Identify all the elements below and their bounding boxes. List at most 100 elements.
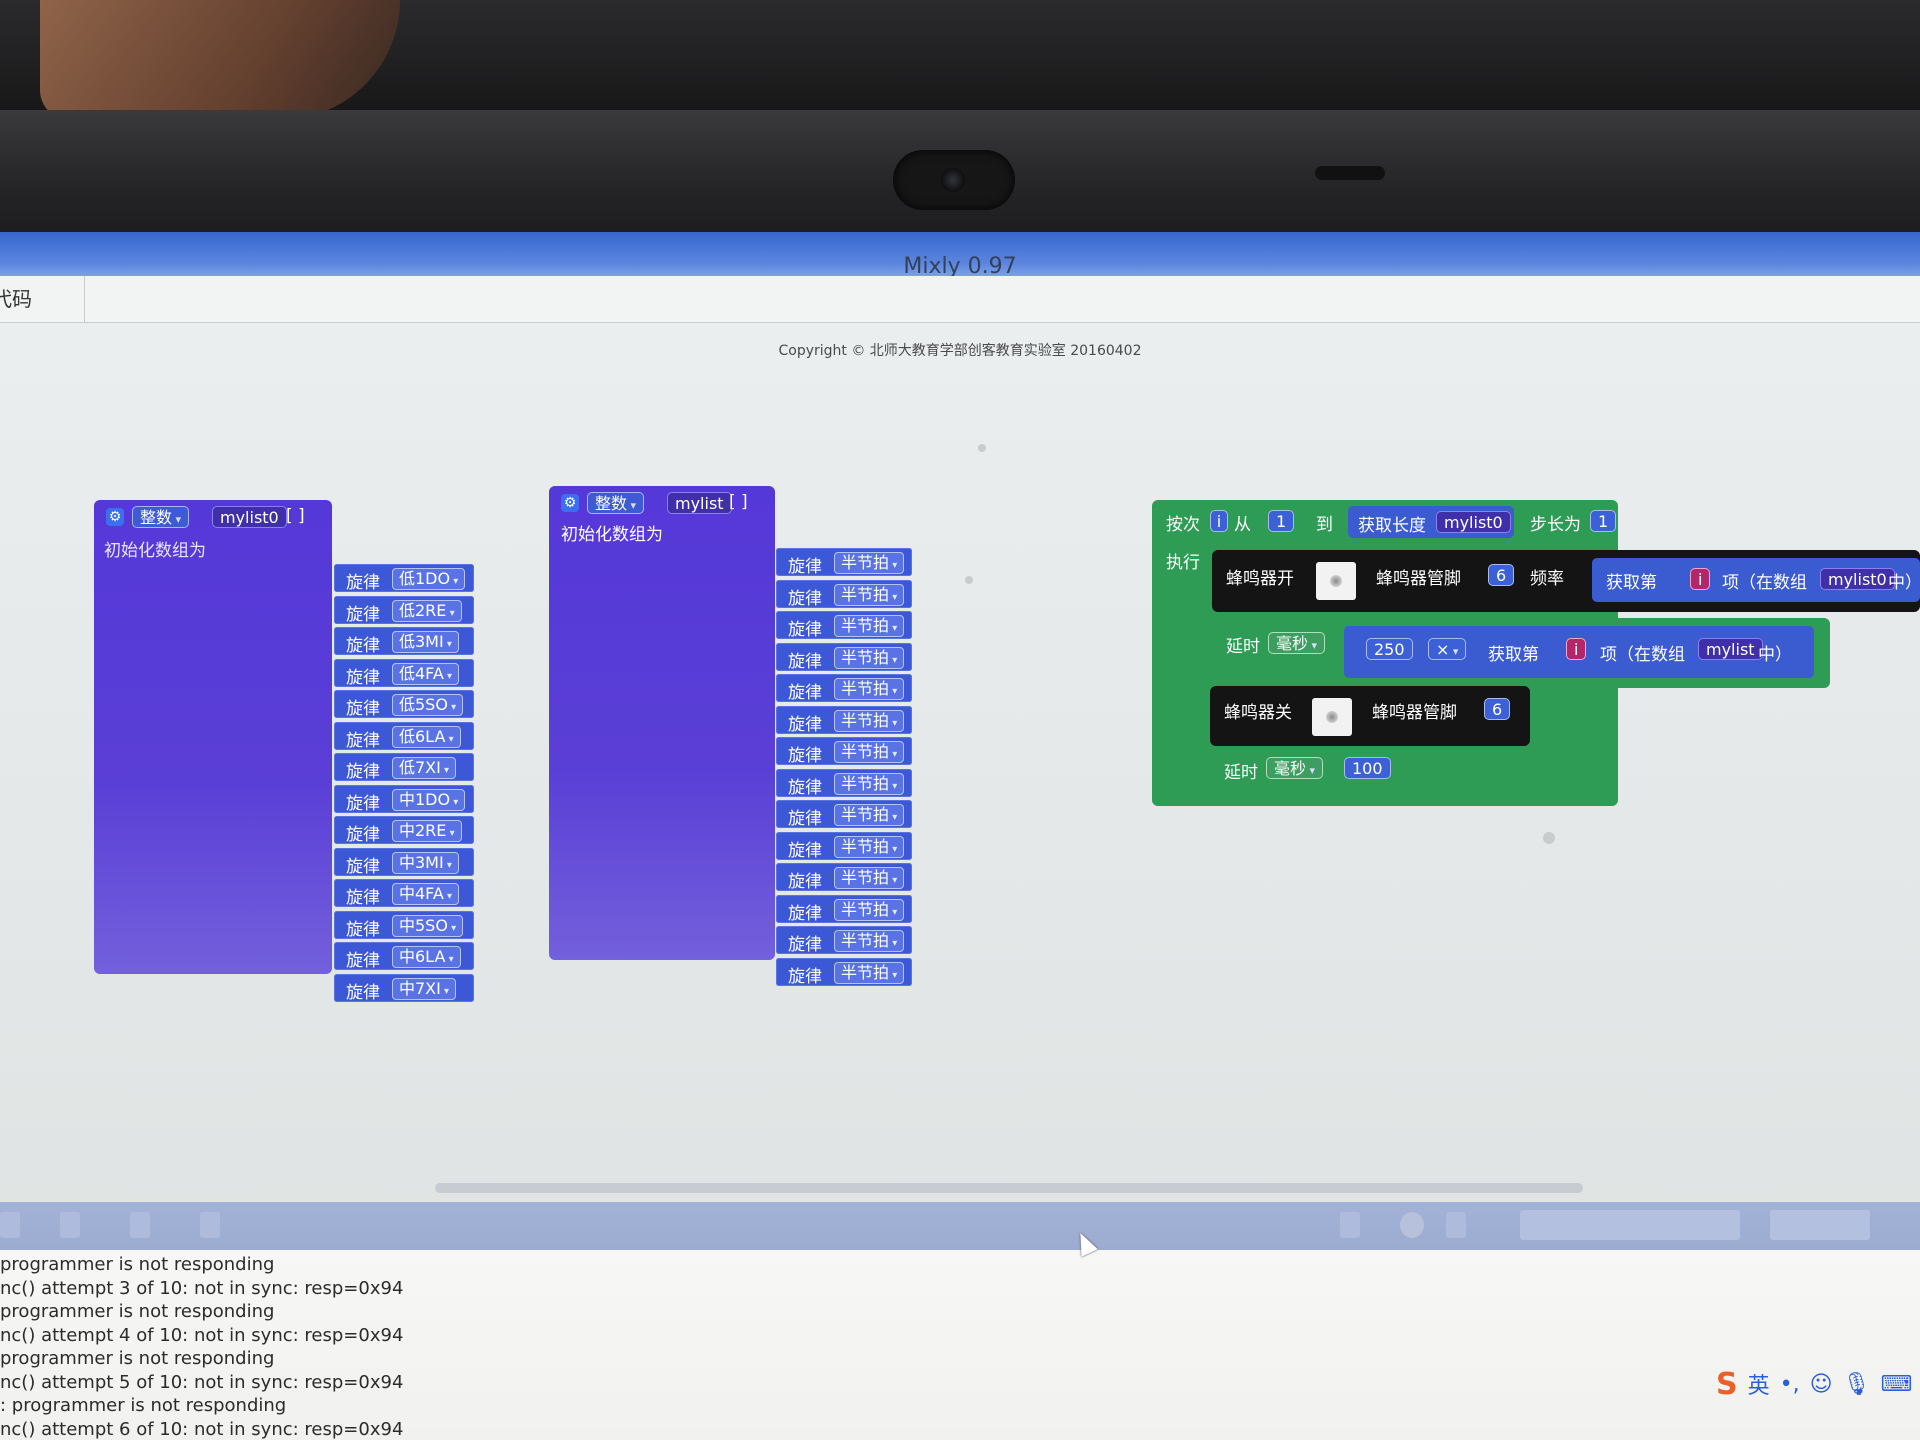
delay-value-1[interactable]: 250 bbox=[1366, 638, 1413, 660]
array-ref-2[interactable]: mylist bbox=[1698, 638, 1763, 660]
melody-item[interactable]: 旋律 半节拍 bbox=[776, 957, 912, 987]
melody-item[interactable]: 旋律 中3MI bbox=[334, 847, 474, 877]
horizontal-scrollbar[interactable] bbox=[435, 1183, 1583, 1193]
melody-item[interactable]: 旋律 低7XI bbox=[334, 753, 474, 782]
toolbar-button[interactable] bbox=[130, 1212, 150, 1238]
melody-item[interactable]: 旋律 半节拍 bbox=[776, 863, 912, 892]
multiply-block[interactable]: 250 × 获取第 i 项（在数组 mylist 中） bbox=[1344, 626, 1814, 678]
melody-dropdown[interactable]: 半节拍 bbox=[834, 615, 905, 637]
melody-item[interactable]: 旋律 低3MI bbox=[334, 627, 474, 656]
delay-block-1[interactable]: 延时 毫秒 250 × 获取第 i 项（在数组 mylist 中） bbox=[1212, 618, 1830, 688]
toolbar-button[interactable] bbox=[200, 1212, 220, 1238]
from-value[interactable]: 1 bbox=[1268, 510, 1295, 532]
mic-icon[interactable]: 🎙 bbox=[1843, 1372, 1871, 1397]
melody-dropdown[interactable]: 低3MI bbox=[392, 631, 459, 653]
melody-item[interactable]: 旋律 半节拍 bbox=[776, 579, 912, 609]
index-var[interactable]: i bbox=[1690, 568, 1711, 590]
upload-button[interactable] bbox=[1446, 1212, 1466, 1238]
sogou-logo-icon[interactable]: S bbox=[1716, 1367, 1738, 1402]
array-block-mylist0[interactable]: ⚙ 整数 mylist0 [ ] 初始化数组为 bbox=[94, 500, 332, 974]
melody-dropdown[interactable]: 半节拍 bbox=[834, 772, 905, 795]
type-dropdown[interactable]: 整数 bbox=[132, 506, 190, 528]
melody-item[interactable]: 旋律 低6LA bbox=[334, 721, 474, 751]
array-ref-1[interactable]: mylist0 bbox=[1820, 568, 1895, 590]
melody-item[interactable]: 旋律 半节拍 bbox=[776, 548, 912, 577]
melody-item[interactable]: 旋律 中4FA bbox=[334, 879, 474, 908]
melody-item[interactable]: 旋律 中7XI bbox=[334, 973, 474, 1003]
array-name[interactable]: mylist bbox=[667, 492, 732, 514]
melody-item[interactable]: 旋律 半节拍 bbox=[776, 611, 912, 640]
melody-item[interactable]: 旋律 中2RE bbox=[334, 816, 474, 845]
melody-item[interactable]: 旋律 半节拍 bbox=[776, 642, 912, 672]
melody-item[interactable]: 旋律 半节拍 bbox=[776, 831, 912, 861]
board-select[interactable] bbox=[1520, 1210, 1740, 1240]
melody-item[interactable]: 旋律 低5SO bbox=[334, 690, 474, 719]
melody-dropdown[interactable]: 低1DO bbox=[392, 568, 466, 590]
buzzer-on-block[interactable]: 蜂鸣器开 蜂鸣器管脚 6 频率 获取第 i 项（在数组 mylist0 中） bbox=[1212, 550, 1920, 612]
ms-dropdown[interactable]: 毫秒 bbox=[1268, 632, 1326, 654]
melody-dropdown[interactable]: 半节拍 bbox=[834, 678, 905, 700]
melody-item[interactable]: 旋律 中5SO bbox=[334, 910, 474, 940]
melody-dropdown[interactable]: 半节拍 bbox=[834, 961, 905, 984]
melody-dropdown[interactable]: 中2RE bbox=[392, 820, 462, 842]
melody-dropdown[interactable]: 低5SO bbox=[392, 694, 464, 716]
melody-dropdown[interactable]: 半节拍 bbox=[834, 930, 905, 952]
get-item-block-1[interactable]: 获取第 i 项（在数组 mylist0 中） bbox=[1592, 558, 1920, 602]
melody-item[interactable]: 旋律 半节拍 bbox=[776, 768, 912, 798]
melody-item[interactable]: 旋律 半节拍 bbox=[776, 926, 912, 955]
melody-dropdown[interactable]: 半节拍 bbox=[834, 709, 905, 732]
multiply-op[interactable]: × bbox=[1428, 638, 1467, 660]
ms-dropdown[interactable]: 毫秒 bbox=[1266, 757, 1324, 779]
melody-item[interactable]: 旋律 半节拍 bbox=[776, 800, 912, 829]
melody-item[interactable]: 旋律 半节拍 bbox=[776, 894, 912, 924]
gear-icon[interactable]: ⚙ bbox=[561, 494, 579, 512]
melody-dropdown[interactable]: 中5SO bbox=[392, 914, 464, 937]
melody-dropdown[interactable]: 中3MI bbox=[392, 851, 459, 874]
index-var[interactable]: i bbox=[1566, 638, 1587, 660]
melody-dropdown[interactable]: 半节拍 bbox=[834, 867, 905, 889]
melody-dropdown[interactable]: 中1DO bbox=[392, 788, 466, 811]
melody-dropdown[interactable]: 中6LA bbox=[392, 946, 461, 968]
ime-toolbar[interactable]: S 英 •, ☺ 🎙 ⌨ bbox=[1716, 1364, 1912, 1404]
melody-dropdown[interactable]: 半节拍 bbox=[834, 835, 905, 858]
melody-dropdown[interactable]: 低7XI bbox=[392, 757, 457, 779]
melody-item[interactable]: 旋律 半节拍 bbox=[776, 705, 912, 735]
gear-icon[interactable]: ⚙ bbox=[106, 508, 124, 526]
melody-dropdown[interactable]: 中7XI bbox=[392, 977, 457, 1000]
length-block[interactable]: 获取长度 mylist0 bbox=[1348, 506, 1514, 538]
melody-item[interactable]: 旋律 半节拍 bbox=[776, 674, 912, 703]
melody-dropdown[interactable]: 半节拍 bbox=[834, 552, 905, 574]
punct-icon[interactable]: •, bbox=[1780, 1372, 1800, 1397]
melody-dropdown[interactable]: 半节拍 bbox=[834, 804, 905, 826]
toolbar-button[interactable] bbox=[60, 1212, 80, 1238]
melody-dropdown[interactable]: 低4FA bbox=[392, 662, 460, 685]
port-select[interactable] bbox=[1770, 1210, 1870, 1240]
keyboard-icon[interactable]: ⌨ bbox=[1880, 1372, 1912, 1397]
melody-dropdown[interactable]: 半节拍 bbox=[834, 646, 905, 669]
melody-dropdown[interactable]: 低2RE bbox=[392, 599, 462, 622]
melody-item[interactable]: 旋律 低1DO bbox=[334, 564, 474, 593]
length-array[interactable]: mylist0 bbox=[1436, 511, 1511, 533]
melody-dropdown[interactable]: 中4FA bbox=[392, 883, 460, 905]
melody-dropdown[interactable]: 半节拍 bbox=[834, 583, 905, 606]
pin-value[interactable]: 6 bbox=[1488, 564, 1515, 586]
melody-dropdown[interactable]: 低6LA bbox=[392, 725, 461, 748]
melody-item[interactable]: 旋律 中6LA bbox=[334, 942, 474, 971]
delay-block-2[interactable]: 延时 毫秒 100 bbox=[1210, 748, 1406, 790]
emoji-icon[interactable]: ☺ bbox=[1810, 1372, 1833, 1397]
melody-item[interactable]: 旋律 低4FA bbox=[334, 658, 474, 688]
melody-dropdown[interactable]: 半节拍 bbox=[834, 741, 905, 763]
melody-item[interactable]: 旋律 中1DO bbox=[334, 784, 474, 814]
melody-item[interactable]: 旋律 低2RE bbox=[334, 595, 474, 625]
melody-dropdown[interactable]: 半节拍 bbox=[834, 898, 905, 921]
compile-button[interactable] bbox=[1340, 1212, 1360, 1238]
loop-var[interactable]: i bbox=[1210, 510, 1228, 532]
buzzer-off-block[interactable]: 蜂鸣器关 蜂鸣器管脚 6 bbox=[1210, 686, 1530, 746]
array-name[interactable]: mylist0 bbox=[212, 506, 287, 528]
step-value[interactable]: 1 bbox=[1590, 510, 1617, 532]
melody-item[interactable]: 旋律 半节拍 bbox=[776, 737, 912, 766]
ime-lang[interactable]: 英 bbox=[1748, 1368, 1770, 1400]
type-dropdown[interactable]: 整数 bbox=[587, 492, 645, 514]
blockly-workspace[interactable]: ⚙ 整数 mylist0 [ ] 初始化数组为 旋律低1DO旋律低2RE旋律低3… bbox=[0, 324, 1920, 1194]
delay-value-2[interactable]: 100 bbox=[1344, 757, 1391, 779]
